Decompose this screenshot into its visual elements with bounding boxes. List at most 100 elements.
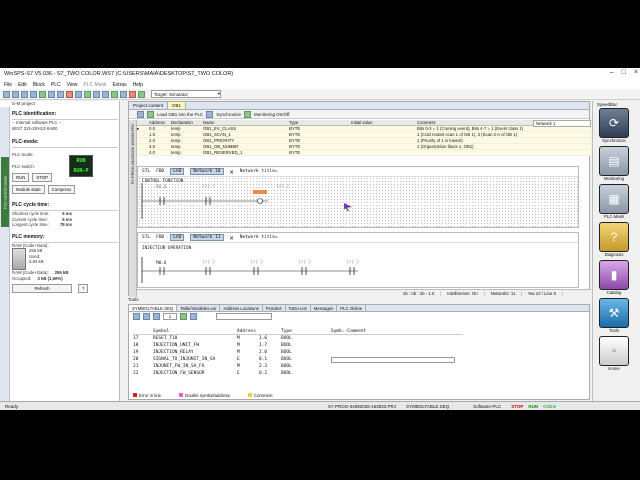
table-row[interactable]: 21 INJUNIT_FW_IN_SA_FA M 2.3 BOOL — [133, 363, 463, 370]
save-icon[interactable] — [21, 90, 28, 98]
tab-todo-list[interactable]: ToDo-List — [286, 305, 311, 311]
lang-fbd[interactable]: FBD — [156, 235, 164, 240]
lang-stl[interactable]: STL — [142, 169, 150, 174]
cell: BOOL — [281, 350, 292, 355]
stop-icon[interactable] — [129, 90, 136, 98]
comment-edit-field[interactable] — [331, 356, 455, 363]
contact-label[interactable]: ???.? — [346, 261, 359, 266]
load-button[interactable]: Load OB1 into the PLC — [157, 112, 203, 117]
col-address: Address — [149, 120, 165, 125]
home-speed-button[interactable]: ⌂ Home — [598, 336, 630, 371]
menu-view[interactable]: View — [67, 82, 78, 88]
copy-icon[interactable] — [48, 90, 55, 98]
refresh-button[interactable]: Refresh — [12, 284, 72, 293]
cell: temp — [171, 150, 181, 155]
synchronize-button[interactable]: Synchronize — [216, 112, 241, 117]
monitoring-speed-button[interactable]: ▤ Monitoring — [598, 146, 630, 181]
undo-icon[interactable] — [66, 90, 73, 98]
symtable-sort-icon[interactable] — [143, 313, 150, 320]
contact-label[interactable]: ???.? — [202, 261, 215, 266]
symtable-search-input[interactable] — [216, 313, 272, 320]
stop-button[interactable]: STOP — [32, 173, 52, 182]
menu-file[interactable]: File — [4, 82, 12, 88]
menu-help[interactable]: Help — [133, 82, 143, 88]
lang-fbd[interactable]: FBD — [156, 169, 164, 174]
help-button[interactable]: ? — [78, 284, 89, 293]
cell: OB1_EV_CLASS — [203, 126, 237, 131]
contact-label[interactable]: ???.? — [298, 261, 311, 266]
network-title-field[interactable]: Network 1 — [533, 120, 591, 127]
lang-lad[interactable]: LAD — [170, 168, 185, 175]
symtable-find-icon[interactable] — [190, 313, 197, 320]
symtable-save-icon[interactable] — [133, 313, 140, 320]
catalog-speed-button[interactable]: ▮ Catalog — [598, 260, 630, 295]
monitor-toggle-icon[interactable] — [111, 90, 118, 98]
cell: temp — [171, 138, 181, 143]
print-icon[interactable] — [30, 90, 37, 98]
contact-2-label[interactable]: ???.? — [202, 185, 215, 190]
compare-icon[interactable] — [102, 90, 109, 98]
tab-plc-online[interactable]: PLC Online — [337, 305, 367, 311]
tools-speed-button[interactable]: ⚒ Tools — [598, 298, 630, 333]
compress-button[interactable]: Compress — [47, 185, 76, 194]
network-title-prompt: Network title= — [239, 169, 278, 174]
tab-table-variables[interactable]: Table/Variables.var — [177, 305, 221, 311]
target-select[interactable]: Target: Simulator ▾ — [151, 90, 221, 98]
contact-label[interactable]: M0.6 — [156, 261, 166, 266]
page-number-field[interactable]: 1 — [163, 313, 177, 320]
editor-save-icon[interactable] — [137, 110, 144, 118]
download-icon[interactable] — [84, 90, 91, 98]
table-row[interactable]: 22 INJECTION_FW_SENSOR E 0.2 BOOL — [133, 370, 463, 377]
close-icon[interactable]: × — [634, 69, 638, 76]
settings-icon[interactable] — [120, 90, 127, 98]
new-icon[interactable] — [3, 90, 10, 98]
tab-address-locations[interactable]: Address Locations — [220, 305, 263, 311]
sync-small-icon[interactable] — [206, 110, 214, 118]
close-network-icon[interactable]: ✕ — [230, 234, 234, 242]
upload-icon[interactable] — [93, 90, 100, 98]
minimize-icon[interactable]: – — [610, 69, 614, 76]
cell: BOOL — [281, 364, 292, 369]
symtable-filter-icon[interactable] — [153, 313, 160, 320]
run-button[interactable]: RUN — [12, 173, 30, 182]
table-row[interactable]: 4.0 temp OB1_RESERVED_1 BYTE — [137, 150, 591, 156]
monitoring-button[interactable]: Monitoring On/Off — [254, 112, 289, 117]
lang-lad[interactable]: LAD — [170, 234, 185, 241]
menu-extras[interactable]: Extras — [112, 82, 126, 88]
network-10: STL FBD LAD Network 10 ✕ Network title= … — [137, 166, 579, 228]
module-state-button[interactable]: Module state — [12, 185, 45, 194]
table-row[interactable]: 20 SIGNAL_TO_INJUNIT_IN_SA E 0.1 BOOL — [133, 356, 463, 363]
tab-ob1[interactable]: OB1 — [168, 102, 187, 109]
tab-protokol[interactable]: Protokol — [263, 305, 286, 311]
tab-symboltable[interactable]: SYMBOLTABLE.SEQ — [129, 305, 178, 311]
coil-label[interactable]: ???.? — [276, 185, 289, 190]
menu-edit[interactable]: Edit — [18, 82, 27, 88]
table-row[interactable]: 19 INJECTION_RELAY M 2.0 BOOL — [133, 349, 463, 356]
menu-plc[interactable]: PLC — [51, 82, 61, 88]
open-icon[interactable] — [12, 90, 19, 98]
redo-icon[interactable] — [75, 90, 82, 98]
paste-icon[interactable] — [57, 90, 64, 98]
synchronize-speed-button[interactable]: ⟳ Synchronize — [598, 108, 630, 143]
contact-1-label[interactable]: M0.0 — [156, 185, 166, 190]
tab-plc-control-center[interactable]: PLC-control-center — [1, 157, 9, 227]
lang-stl[interactable]: STL — [142, 235, 150, 240]
close-network-icon[interactable]: ✕ — [230, 168, 234, 176]
symtable-add-icon[interactable] — [180, 313, 187, 320]
table-row[interactable]: 17 RESET_T10 M 1.6 BOOL — [133, 335, 463, 342]
cut-icon[interactable] — [39, 90, 46, 98]
contact-label[interactable]: ???.? — [250, 261, 263, 266]
plc-mask-speed-button[interactable]: ▦ PLC-Mask — [598, 184, 630, 219]
menu-plc-mask[interactable]: PLC Mask — [83, 82, 106, 88]
glasses-icon[interactable] — [244, 110, 252, 118]
run-icon[interactable] — [138, 90, 145, 98]
cell: SIGNAL_TO_INJUNIT_IN_SA — [153, 357, 216, 362]
load-icon[interactable] — [147, 110, 154, 118]
maximize-icon[interactable]: □ — [622, 69, 626, 76]
menu-block[interactable]: Block — [33, 82, 45, 88]
tab-messages[interactable]: Messages — [311, 305, 338, 311]
cell: 4.0 — [149, 150, 155, 155]
table-row[interactable]: 18 INJECTION_UNIT_FW M 1.7 BOOL — [133, 342, 463, 349]
diagnosis-speed-button[interactable]: ? Diagnosis — [598, 222, 630, 257]
tab-project-content[interactable]: Project content — [129, 102, 169, 109]
